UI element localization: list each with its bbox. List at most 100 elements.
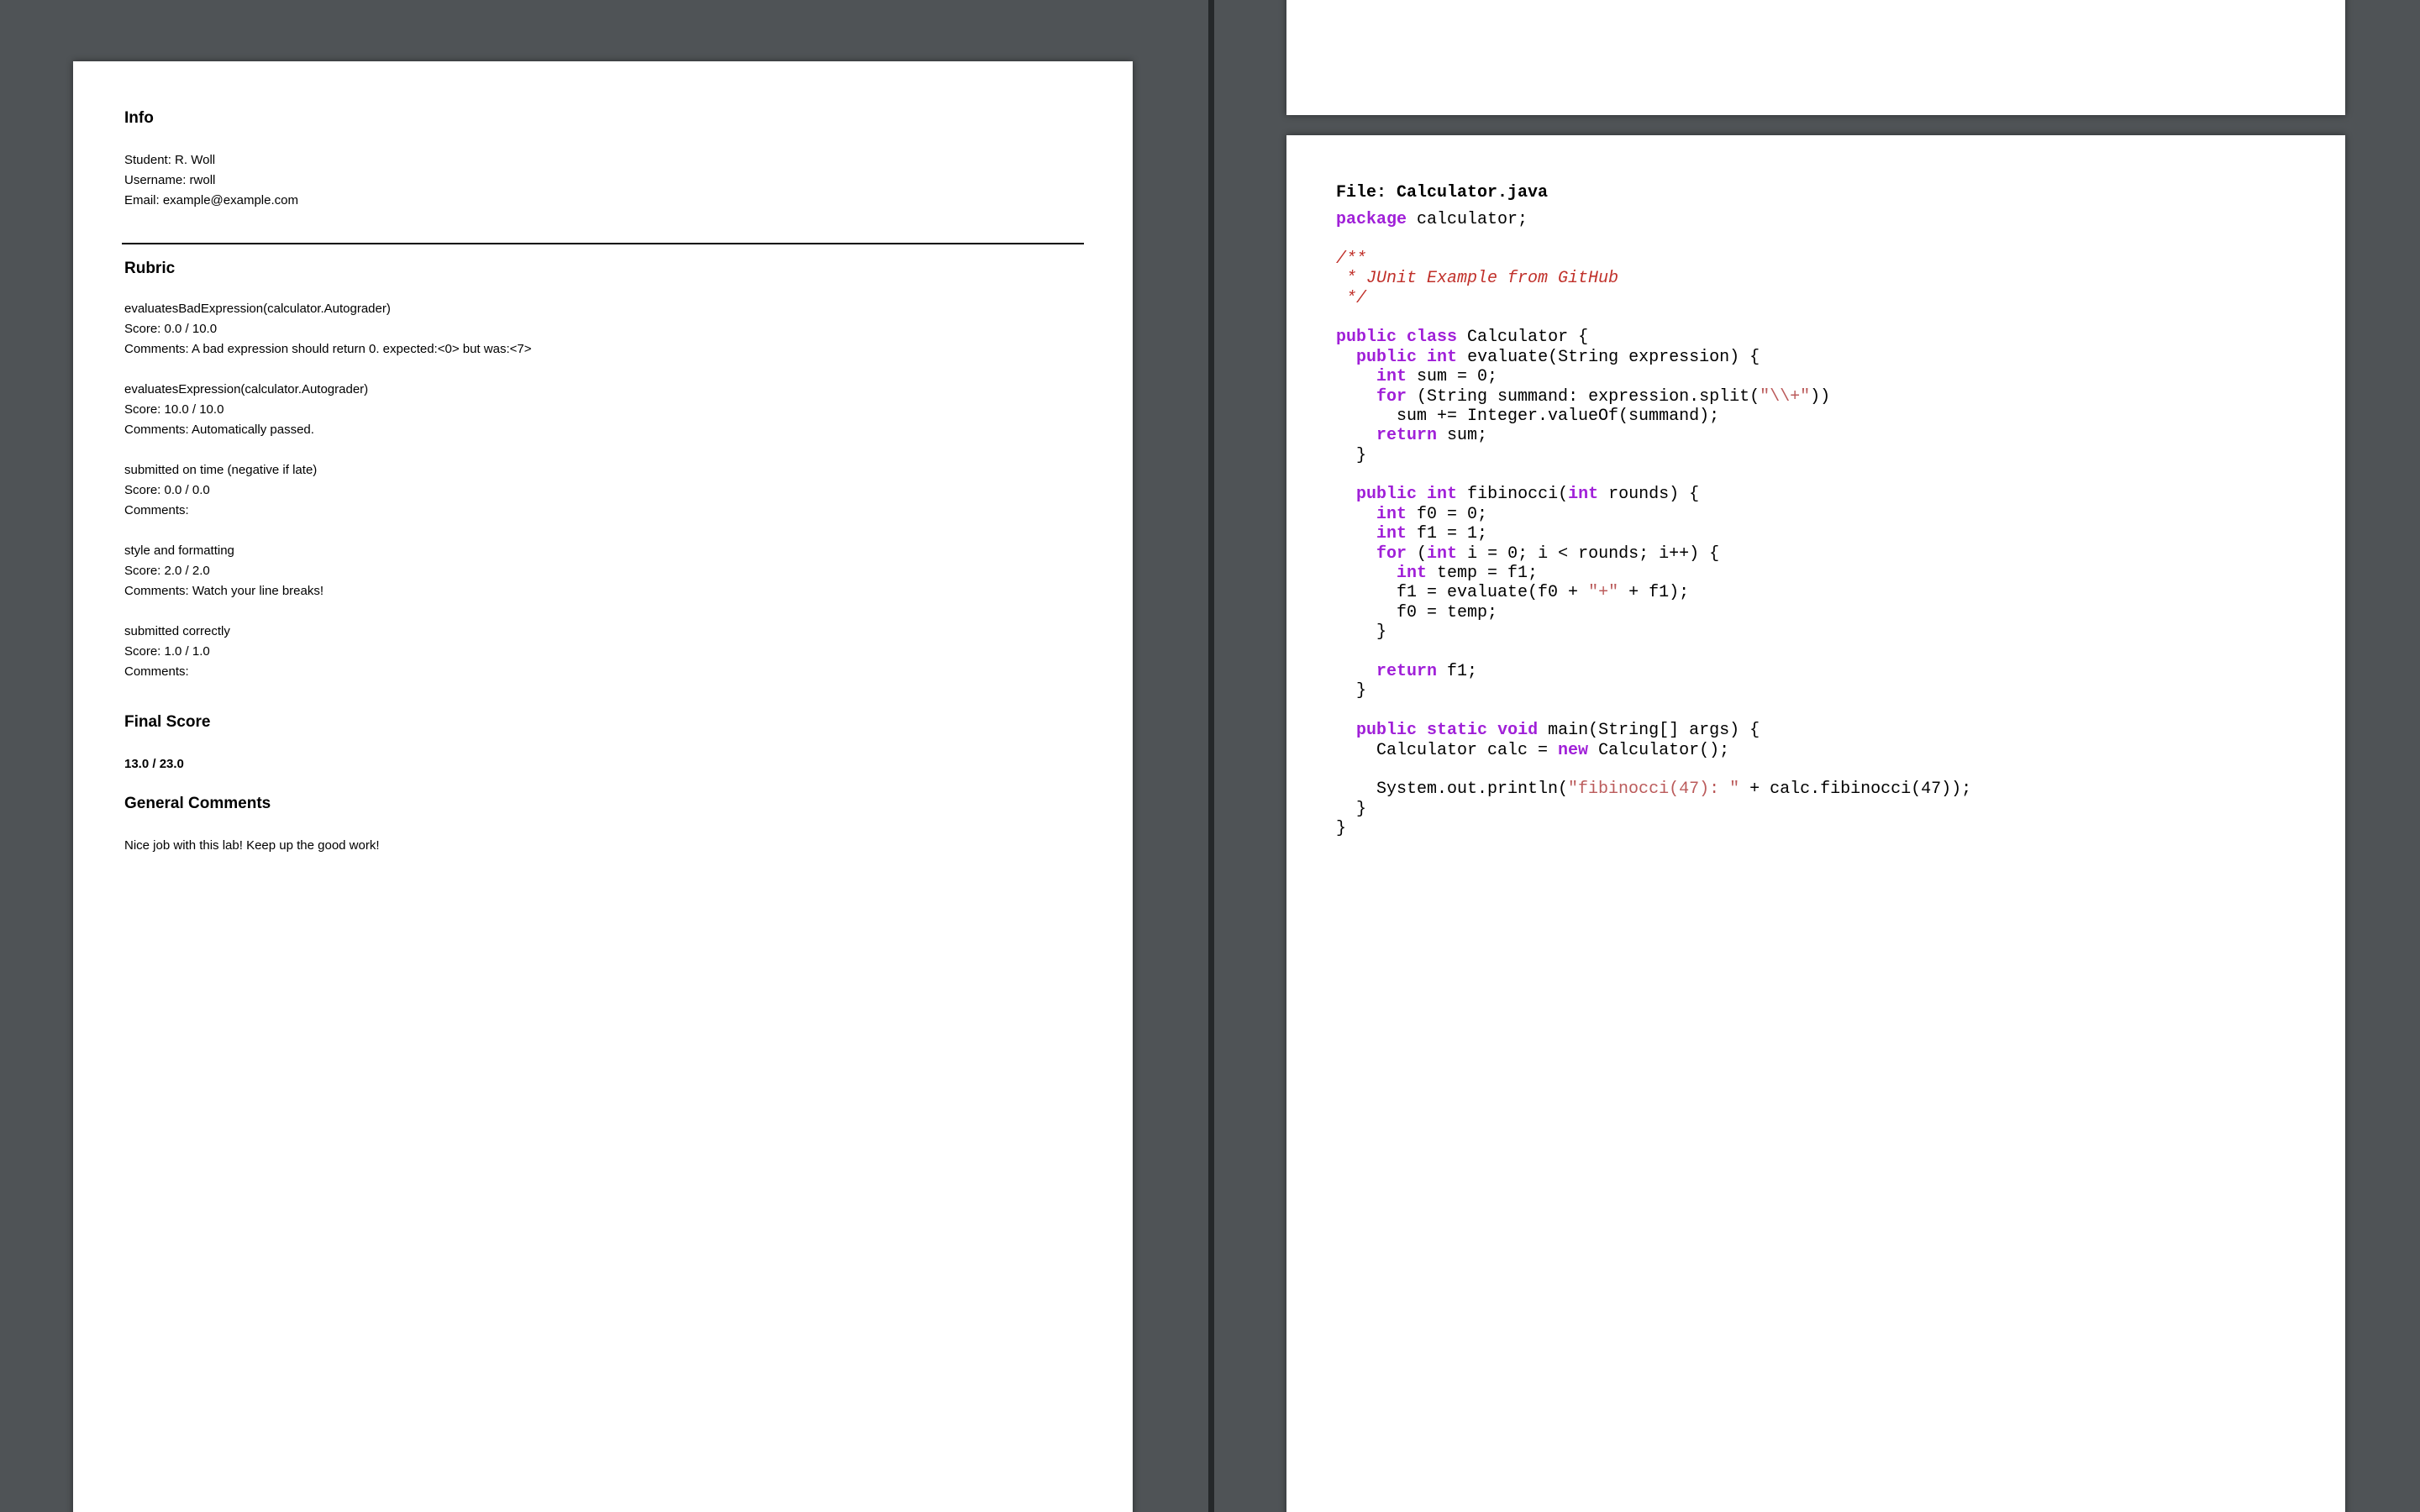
code-token: * JUnit Example from GitHub <box>1336 269 1619 289</box>
pane-splitter[interactable] <box>1208 0 1214 1512</box>
rubric-item-comments: Comments: Watch your line breaks! <box>124 584 324 598</box>
code-line: public static void main(String[] args) { <box>1336 721 2328 740</box>
rubric-item-score: Score: 0.0 / 0.0 <box>124 483 210 497</box>
code-token: (String summand: expression.split( <box>1407 386 1760 407</box>
rubric-list: evaluatesBadExpression(calculator.Autogr… <box>124 299 1086 682</box>
rubric-item-comments: Comments: <box>124 503 189 517</box>
code-token: new <box>1558 740 1589 760</box>
code-token: fibinocci( <box>1457 485 1569 505</box>
rubric-item: submitted on time (negative if late) Sco… <box>124 460 1086 521</box>
code-token: int <box>1427 543 1458 564</box>
code-token: } <box>1336 622 1387 643</box>
code-line: int f1 = 1; <box>1336 524 2328 543</box>
code-token: */ <box>1336 288 1367 308</box>
code-line: int temp = f1; <box>1336 564 2328 583</box>
code-token: static <box>1427 721 1488 741</box>
code-token: /** <box>1336 249 1367 269</box>
rubric-item-score: Score: 1.0 / 1.0 <box>124 644 210 659</box>
code-token: Calculator { <box>1457 328 1589 348</box>
code-line: } <box>1336 819 2328 838</box>
grade-report-page: Info Student: R. Woll Username: rwoll Em… <box>73 61 1133 1512</box>
code-token: } <box>1336 681 1367 701</box>
rubric-item-name: evaluatesExpression(calculator.Autograde… <box>124 382 369 396</box>
student-name: Student: R. Woll <box>124 153 216 167</box>
code-token: calculator; <box>1407 210 1528 229</box>
code-line: } <box>1336 800 2328 819</box>
code-token: } <box>1336 445 1367 465</box>
code-line: for (String summand: expression.split("\… <box>1336 387 2328 407</box>
code-token: int <box>1376 524 1407 544</box>
code-token: f1 = 1; <box>1407 524 1488 544</box>
code-line: for (int i = 0; i < rounds; i++) { <box>1336 544 2328 564</box>
code-token: f1 = evaluate(f0 + <box>1336 583 1589 603</box>
section-divider <box>122 243 1084 244</box>
grade-report: Info Student: R. Woll Username: rwoll Em… <box>122 108 1086 856</box>
code-token: public <box>1356 485 1418 505</box>
file-title: File: Calculator.java <box>1336 183 1549 202</box>
student-email: Email: example@example.com <box>124 193 298 207</box>
code-line: } <box>1336 622 2328 642</box>
code-line: int sum = 0; <box>1336 367 2328 386</box>
code-token: i = 0; i < rounds; i++) { <box>1457 543 1720 564</box>
code-line: package calculator; <box>1336 210 2328 229</box>
code-line: public class Calculator { <box>1336 328 2328 347</box>
code-token: int <box>1427 347 1458 367</box>
code-token: temp = f1; <box>1427 564 1539 584</box>
code-token: Calculator(); <box>1588 740 1730 760</box>
code-line: return sum; <box>1336 426 2328 445</box>
code-line: public int evaluate(String expression) { <box>1336 348 2328 367</box>
code-token: for <box>1376 386 1407 407</box>
code-line: Calculator calc = new Calculator(); <box>1336 741 2328 760</box>
code-token: class <box>1407 328 1458 348</box>
code-line: * JUnit Example from GitHub <box>1336 269 2328 288</box>
rubric-item: evaluatesExpression(calculator.Autograde… <box>124 380 1086 440</box>
code-line: /** <box>1336 249 2328 269</box>
left-pdf-viewer-pane[interactable]: Info Student: R. Woll Username: rwoll Em… <box>0 0 1208 1512</box>
code-line: return f1; <box>1336 662 2328 681</box>
code-token: sum = 0; <box>1407 367 1498 387</box>
code-token: } <box>1336 799 1367 819</box>
final-score-heading: Final Score <box>124 713 211 731</box>
info-heading: Info <box>124 109 154 127</box>
code-token: public <box>1336 328 1397 348</box>
code-token: sum += Integer.valueOf(summand); <box>1336 406 1720 426</box>
code-line: System.out.println("fibinocci(47): " + c… <box>1336 780 2328 799</box>
source-listing: File: Calculator.java package calculator… <box>1336 181 2328 839</box>
code-token: } <box>1336 819 1347 839</box>
code-token: void <box>1497 721 1539 741</box>
code-block: package calculator; /** * JUnit Example f… <box>1336 210 2328 839</box>
rubric-item-comments: Comments: A bad expression should return… <box>124 342 532 356</box>
code-token: "+" <box>1588 583 1619 603</box>
code-token: int <box>1397 564 1428 584</box>
code-token: return <box>1376 661 1438 681</box>
code-token: public <box>1356 721 1418 741</box>
code-token: + f1); <box>1618 583 1690 603</box>
rubric-item: style and formatting Score: 2.0 / 2.0 Co… <box>124 541 1086 601</box>
code-token: "fibinocci(47): " <box>1568 780 1740 800</box>
code-token: System.out.println( <box>1336 780 1569 800</box>
code-token: int <box>1376 504 1407 524</box>
code-token: Calculator calc = <box>1336 740 1559 760</box>
code-token: ( <box>1407 543 1428 564</box>
rubric-item-name: submitted correctly <box>124 624 230 638</box>
right-pdf-viewer-pane[interactable]: File: Calculator.java package calculator… <box>1214 0 2420 1512</box>
code-token: main(String[] args) { <box>1538 721 1760 741</box>
rubric-item-score: Score: 10.0 / 10.0 <box>124 402 224 417</box>
rubric-item-score: Score: 0.0 / 10.0 <box>124 322 218 336</box>
code-token: f0 = temp; <box>1336 602 1498 622</box>
code-line: */ <box>1336 289 2328 308</box>
code-token: int <box>1427 485 1458 505</box>
